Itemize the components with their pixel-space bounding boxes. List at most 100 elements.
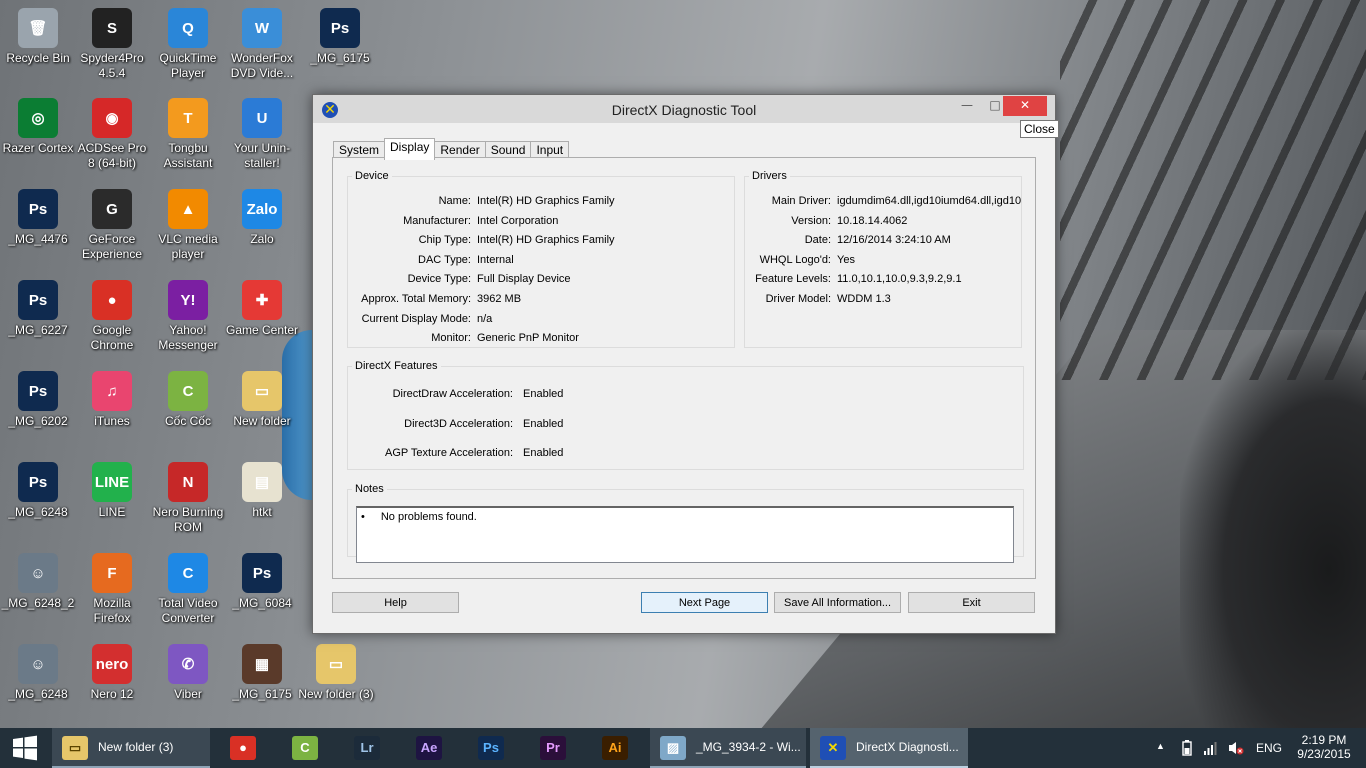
drivers-legend: Drivers	[752, 170, 787, 182]
directx-diagnosti-icon: ✕	[820, 736, 846, 760]
premiere-icon: Pr	[540, 736, 566, 760]
device-label: Approx. Total Memory:	[361, 293, 471, 305]
title-bar[interactable]: ✕ DirectX Diagnostic Tool — □ ✕	[313, 95, 1055, 123]
mg-6248-icon: ☺	[18, 644, 58, 684]
device-label: Manufacturer:	[403, 214, 471, 227]
taskbar-item-photoshop[interactable]: Ps	[466, 728, 516, 768]
desktop-icon-tongbu-assistant[interactable]: T Tongbu Assistant	[150, 98, 226, 171]
driver-row-driver-model: Driver Model: WDDM 1.3	[745, 293, 891, 305]
device-label: DAC Type:	[418, 253, 471, 266]
yahoo-messenger-icon: Y!	[168, 280, 208, 320]
mg-6175-icon: Ps	[320, 8, 360, 48]
desktop-icon-new-folder[interactable]: ▭ New folder	[224, 371, 300, 429]
new-folder-3-icon: ▭	[316, 644, 356, 684]
vlc-media-player-icon: ▲	[168, 189, 208, 229]
desktop-icon-viber[interactable]: ✆ Viber	[150, 644, 226, 702]
clock[interactable]: 2:19 PM 9/23/2015	[1294, 728, 1354, 768]
taskbar-item-mg-3934-2-wi[interactable]: ▨ _MG_3934-2 - Wi...	[650, 728, 806, 768]
exit-button[interactable]: Exit	[908, 592, 1035, 613]
volume-muted-icon[interactable]	[1228, 728, 1246, 768]
start-button[interactable]	[0, 728, 50, 768]
driver-value: WDDM 1.3	[837, 293, 891, 305]
desktop-icon-vlc-media-player[interactable]: ▲ VLC media player	[150, 189, 226, 262]
desktop-icon-c-c-c-c[interactable]: C Cốc Cốc	[150, 371, 226, 429]
nero-12-icon: nero	[92, 644, 132, 684]
desktop-icon-htkt[interactable]: ▤ htkt	[224, 462, 300, 520]
driver-value: 12/16/2014 3:24:10 AM	[837, 234, 951, 247]
tab-display[interactable]: Display	[384, 138, 436, 160]
device-row-manufacturer: Manufacturer: Intel Corporation	[348, 214, 558, 227]
driver-value: igdumdim64.dll,igd10iumd64.dll,igd10	[837, 195, 1022, 207]
tab-strip: System Display Render Sound Input	[333, 138, 570, 160]
desktop-icon-acdsee-pro-8-64-bit[interactable]: ◉ ACDSee Pro 8 (64-bit)	[74, 98, 150, 171]
desktop-icon-nero-burning-rom[interactable]: N Nero Burning ROM	[150, 462, 226, 535]
language-indicator[interactable]: ENG	[1256, 728, 1286, 768]
viber-icon: ✆	[168, 644, 208, 684]
notes-text-area[interactable]: • No problems found.	[356, 506, 1014, 563]
minimize-button[interactable]: —	[953, 96, 981, 116]
save-all-information-button[interactable]: Save All Information...	[774, 592, 901, 613]
close-button[interactable]: ✕	[1003, 96, 1047, 116]
desktop-icon-new-folder-3[interactable]: ▭ New folder (3)	[298, 644, 374, 702]
desktop-icon-geforce-experience[interactable]: G GeForce Experience	[74, 189, 150, 262]
chrome-icon: ●	[230, 736, 256, 760]
desktop-icon-mg-6175[interactable]: Ps _MG_6175	[302, 8, 378, 66]
desktop-icon-itunes[interactable]: ♫ iTunes	[74, 371, 150, 429]
desktop-icon-zalo[interactable]: Zalo Zalo	[224, 189, 300, 247]
desktop-icon-razer-cortex[interactable]: ◎ Razer Cortex	[0, 98, 76, 156]
desktop-icon-wonderfox-dvd-vide[interactable]: W WonderFox DVD Vide...	[224, 8, 300, 81]
taskbar-item-lightroom[interactable]: Lr	[342, 728, 392, 768]
device-label: Monitor:	[431, 332, 471, 345]
taskbar-item-illustrator[interactable]: Ai	[590, 728, 640, 768]
driver-label: Date:	[804, 234, 831, 247]
device-value: Internal	[477, 253, 514, 266]
feature-label: Direct3D Acceleration:	[404, 417, 513, 430]
desktop-icon-line[interactable]: LINE LINE	[74, 462, 150, 520]
desktop-icon-nero-12[interactable]: nero Nero 12	[74, 644, 150, 702]
notes-legend: Notes	[355, 483, 384, 495]
feature-row-directdraw-acceleration: DirectDraw Acceleration: Enabled	[348, 388, 564, 400]
desktop-icon-your-unin-staller[interactable]: U Your Unin-staller!	[224, 98, 300, 171]
driver-label: Main Driver:	[771, 195, 831, 207]
driver-label: Driver Model:	[765, 293, 831, 305]
directx-features-group: DirectX Features DirectDraw Acceleration…	[347, 360, 1024, 470]
device-value: Intel(R) HD Graphics Family	[477, 234, 615, 247]
desktop-icon-mg-6227[interactable]: Ps _MG_6227	[0, 280, 76, 338]
desktop-icon-mg-6084[interactable]: Ps _MG_6084	[224, 553, 300, 611]
taskbar-item-coccoc[interactable]: C	[280, 728, 330, 768]
taskbar-item-after-effects[interactable]: Ae	[404, 728, 454, 768]
desktop-icon-label: Cốc Cốc	[164, 414, 211, 428]
taskbar-item-label: DirectX Diagnosti...	[856, 740, 959, 754]
taskbar-item-chrome[interactable]: ●	[218, 728, 268, 768]
desktop-icon-mozilla-firefox[interactable]: F Mozilla Firefox	[74, 553, 150, 626]
taskbar-item-premiere[interactable]: Pr	[528, 728, 578, 768]
desktop-icon-mg-6175[interactable]: ▦ _MG_6175	[224, 644, 300, 702]
next-page-button[interactable]: Next Page	[641, 592, 768, 613]
desktop-icon-mg-4476[interactable]: Ps _MG_4476	[0, 189, 76, 247]
device-value: n/a	[477, 312, 493, 325]
taskbar-item-new-folder-3[interactable]: ▭ New folder (3)	[52, 728, 210, 768]
mg-3934-2-wi-icon: ▨	[660, 736, 686, 760]
show-hidden-icons-button[interactable]: ▲	[1156, 728, 1170, 768]
help-button[interactable]: Help	[332, 592, 459, 613]
desktop-icon-recycle-bin[interactable]: 🗑 Recycle Bin	[0, 8, 76, 66]
desktop-icon-spyder4pro-4-5-4[interactable]: S Spyder4Pro 4.5.4	[74, 8, 150, 81]
desktop-icon-mg-6248[interactable]: Ps _MG_6248	[0, 462, 76, 520]
battery-icon[interactable]	[1180, 728, 1196, 768]
desktop-icon-total-video-converter[interactable]: C Total Video Converter	[150, 553, 226, 626]
desktop-icon-label: New folder	[233, 414, 291, 428]
desktop-icon-mg-6248-2[interactable]: ☺ _MG_6248_2	[0, 553, 76, 611]
wallpaper-bridge	[1060, 0, 1366, 380]
desktop-icon-game-center[interactable]: ✚ Game Center	[224, 280, 300, 338]
desktop-icon-label: Razer Cortex	[2, 141, 74, 155]
desktop-icon-mg-6202[interactable]: Ps _MG_6202	[0, 371, 76, 429]
desktop-icon-google-chrome[interactable]: ● Google Chrome	[74, 280, 150, 353]
tongbu-assistant-icon: T	[168, 98, 208, 138]
desktop-icon-quicktime-player[interactable]: Q QuickTime Player	[150, 8, 226, 81]
taskbar-item-directx-diagnosti[interactable]: ✕ DirectX Diagnosti...	[810, 728, 968, 768]
itunes-icon: ♫	[92, 371, 132, 411]
desktop-icon-yahoo-messenger[interactable]: Y! Yahoo! Messenger	[150, 280, 226, 353]
desktop-icon-mg-6248[interactable]: ☺ _MG_6248	[0, 644, 76, 702]
network-signal-icon[interactable]	[1204, 728, 1220, 768]
clock-date: 9/23/2015	[1297, 747, 1351, 761]
